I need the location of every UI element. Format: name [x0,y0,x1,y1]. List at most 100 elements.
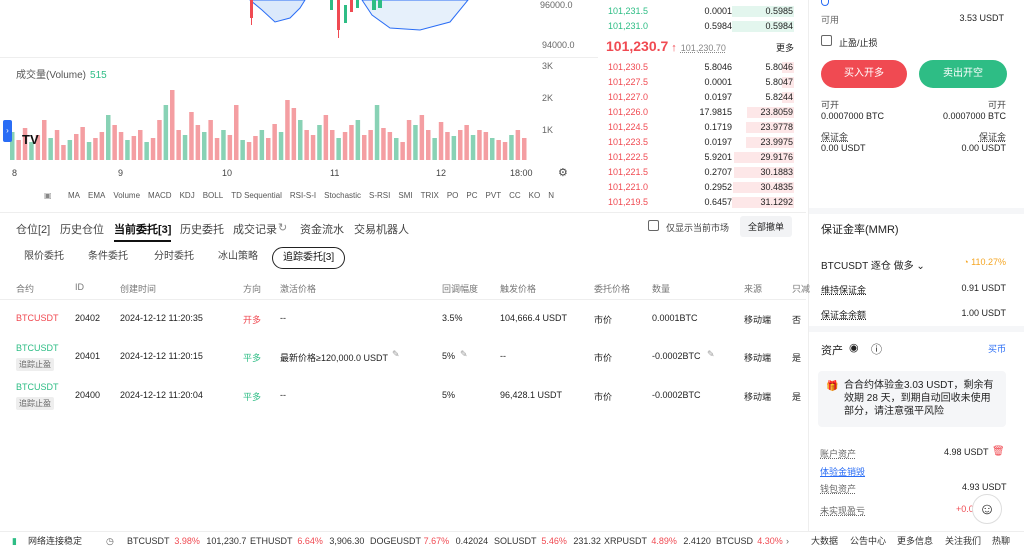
indicator-item[interactable]: KO [529,191,541,203]
tab-6[interactable]: 交易机器人 [354,221,409,237]
cell-src: 移动端 [744,315,772,325]
indicator-item[interactable]: CC [509,191,521,203]
indicator-item[interactable]: BOLL [203,191,223,203]
bid-row[interactable]: 101,222.5 5.9201 29.9176 [600,150,806,165]
ask-row[interactable]: 101,231.0 0.5984 0.5984 [600,19,806,34]
tpsl-label: 止盈/止损 [839,38,878,48]
tab-2[interactable]: 当前委托[3] [114,221,172,242]
indicator-item[interactable]: SMI [398,191,412,203]
ticker-symbol[interactable]: ETHUSDT [250,532,293,551]
bid-row[interactable]: 101,219.5 0.6457 31.1292 [600,195,806,210]
cell-ro: 否 [792,315,802,325]
subtab-1[interactable]: 条件委托 [88,244,128,270]
trial-destroy-link[interactable]: 体验金销毁 [820,465,865,478]
footer-link[interactable]: 更多信息 [897,532,933,551]
indicator-item[interactable]: EMA [88,191,105,203]
tab-0[interactable]: 仓位[2] [16,221,50,237]
footer-link[interactable]: 大数据 [811,532,838,551]
buy-coin-link[interactable]: 买币 [988,342,1006,355]
tab-1[interactable]: 历史仓位 [60,221,104,237]
kline-chart[interactable]: 96000.0 94000.0 成交量(Volume) 515 3K 2K 1K … [0,0,598,208]
subtab-0[interactable]: 限价委托 [24,244,64,270]
volume-bar [221,130,226,160]
volume-bar [438,122,444,160]
footer-link[interactable]: 关注我们 [945,532,981,551]
edit-icon[interactable]: ✎ [392,349,400,360]
gear-icon[interactable]: ⚙ [558,166,568,179]
support-bot-icon[interactable]: ☺ [972,494,1002,524]
edit-icon[interactable]: ✎ [460,349,468,360]
tab-4[interactable]: 成交记录 [233,221,277,237]
indicator-item[interactable]: S-RSI [369,191,390,203]
chevron-right-icon[interactable]: › [3,120,12,142]
bid-row[interactable]: 101,230.5 5.8046 5.8046 [600,60,806,75]
collapse-icon[interactable]: ▣ [44,191,52,200]
cell-cb: 3.5% [442,313,463,323]
indicator-item[interactable]: PVT [486,191,502,203]
help-icon[interactable]: ⓘ [871,341,882,357]
chevron-right-icon[interactable]: › [786,532,789,551]
footer-link[interactable]: 公告中心 [850,532,886,551]
bid-row[interactable]: 101,227.5 0.0001 5.8047 [600,75,806,90]
cancel-all-button[interactable]: 全部撤单 [740,216,793,237]
indicator-item[interactable]: MACD [148,191,172,203]
indicator-item[interactable]: N [548,191,554,203]
bid-row[interactable]: 101,221.0 0.2952 30.4835 [600,180,806,195]
buy-long-button[interactable]: 买入开多 [821,60,907,88]
volume-bar [451,136,457,160]
ticker-symbol[interactable]: BTCUSDT [127,532,170,551]
volume-bar [86,142,92,160]
subtab-2[interactable]: 分时委托 [154,244,194,270]
edit-icon[interactable]: ✎ [707,349,715,360]
indicator-item[interactable]: TD Sequential [231,191,282,203]
ticker-change: 3.98% [174,536,200,546]
volume-bar [259,130,265,160]
subtab-4[interactable]: 追踪委托[3] [272,247,346,269]
volume-bar [131,136,137,160]
indicator-item[interactable]: PO [447,191,459,203]
more-button[interactable]: 更多 [776,41,794,54]
bid-row[interactable]: 101,226.0 17.9815 23.8059 [600,105,806,120]
radio-icon[interactable] [821,0,829,6]
ask-row[interactable]: 101,231.5 0.0001 0.5985 [600,4,806,19]
ticker-symbol[interactable]: DOGEUSDT [370,532,421,551]
eye-icon[interactable]: ◉ [849,341,859,354]
indicator-item[interactable]: PC [466,191,477,203]
indicator-item[interactable]: Volume [113,191,140,203]
volume-bar [522,138,527,160]
volume-bar [336,138,341,160]
can-open-label: 可开 [987,100,1006,110]
ticker-symbol[interactable]: SOLUSDT [494,532,537,551]
bid-row[interactable]: 101,224.5 0.1719 23.9778 [600,120,806,135]
ticker-symbol[interactable]: XRPUSDT [604,532,647,551]
cell-time: 2024-12-12 11:20:04 [120,390,203,400]
ticker-symbol[interactable]: BTCUSD [716,532,753,551]
volume-bar [99,132,105,160]
bid-row[interactable]: 101,221.5 0.2707 30.1883 [600,165,806,180]
volume-tick: 1K [542,125,554,135]
trash-icon[interactable]: 🗑 [992,446,1005,457]
tpsl-checkbox[interactable] [821,35,832,46]
volume-bar [227,135,233,160]
footer-link[interactable]: 热聊 [992,532,1010,551]
cell-id: 20401 [75,351,101,361]
refresh-icon[interactable]: ↻ [278,221,287,234]
indicator-item[interactable]: RSI-S-I [290,191,316,203]
sell-short-button[interactable]: 卖出开空 [919,60,1007,88]
indicator-item[interactable]: KDJ [180,191,195,203]
indicator-item[interactable]: MA [68,191,80,203]
indicator-item[interactable]: TRIX [421,191,439,203]
tab-5[interactable]: 资金流水 [300,221,344,237]
network-status: 网络连接稳定 [28,536,83,546]
gift-icon: 🎁 [826,381,839,392]
mmr-pair[interactable]: BTCUSDT 逐仓 做多 ⌄ [821,257,925,272]
tab-3[interactable]: 历史委托 [180,221,224,237]
bid-row[interactable]: 101,223.5 0.0197 23.9975 [600,135,806,150]
bid-row[interactable]: 101,227.0 0.0197 5.8244 [600,90,806,105]
subtab-3[interactable]: 冰山策略 [218,244,258,270]
volume-bar [477,130,482,160]
indicator-item[interactable]: Stochastic [324,191,361,203]
volume-bar [125,140,130,160]
only-current-checkbox[interactable] [648,220,659,231]
cell-trig: -- [500,351,506,361]
